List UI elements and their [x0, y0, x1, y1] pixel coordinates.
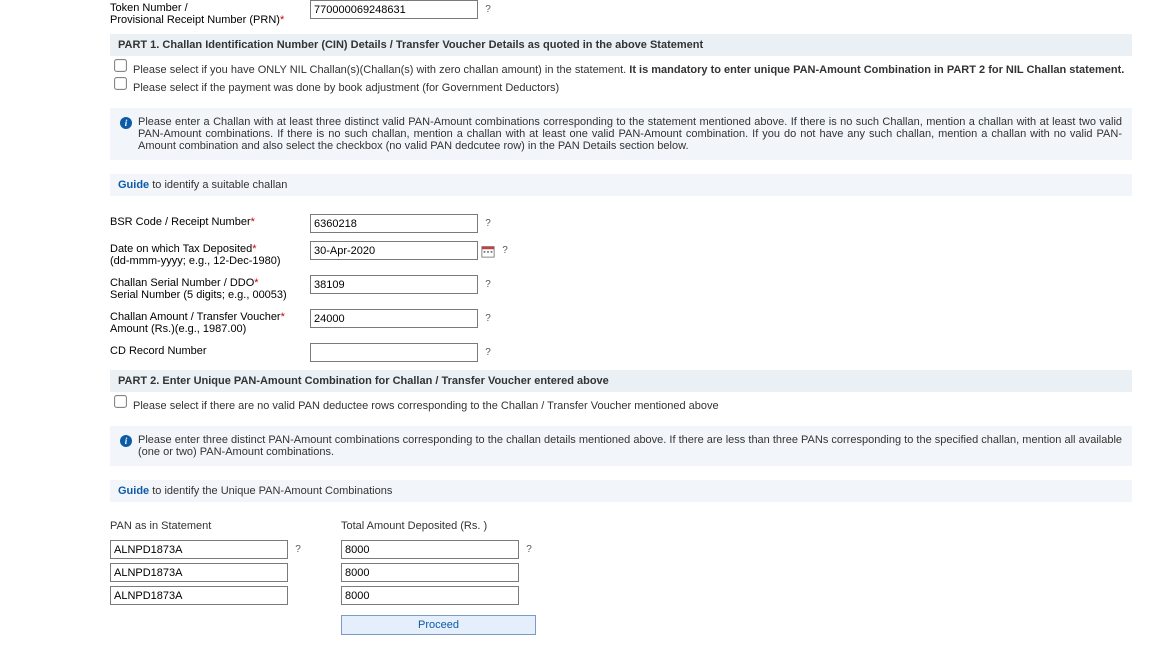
cd-record-row: CD Record Number [110, 343, 1132, 362]
amount-header: Total Amount Deposited (Rs. ) [341, 520, 536, 532]
pan-header: PAN as in Statement [110, 520, 305, 532]
bsr-row: BSR Code / Receipt Number* [110, 214, 1132, 233]
help-icon[interactable] [522, 543, 536, 557]
tax-date-row: Date on which Tax Deposited* (dd-mmm-yyy… [110, 241, 1132, 267]
part1-guide: Guide to identify a suitable challan [110, 174, 1132, 196]
guide-link[interactable]: Guide [118, 485, 149, 497]
challan-amount-row: Challan Amount / Transfer Voucher* Amoun… [110, 309, 1132, 335]
amount-input[interactable] [341, 540, 519, 559]
serial-label: Challan Serial Number / DDO* Serial Numb… [110, 275, 310, 301]
help-icon[interactable] [481, 346, 495, 360]
no-valid-pan-checkbox[interactable] [114, 395, 127, 408]
part1-header: PART 1. Challan Identification Number (C… [110, 34, 1132, 56]
part1-info-text: Please enter a Challan with at least thr… [138, 116, 1122, 152]
book-adj-label: Please select if the payment was done by… [133, 82, 559, 94]
help-icon[interactable] [481, 217, 495, 231]
pan-column: PAN as in Statement [110, 520, 305, 635]
amount-input[interactable] [341, 586, 519, 605]
guide-link[interactable]: Guide [118, 179, 149, 191]
tax-date-input[interactable] [310, 241, 478, 260]
nil-challan-row: Please select if you have ONLY NIL Chall… [110, 64, 1132, 76]
help-icon[interactable] [291, 543, 305, 557]
part2-info-box: i Please enter three distinct PAN-Amount… [110, 426, 1132, 466]
bsr-input[interactable] [310, 214, 478, 233]
proceed-button[interactable]: Proceed [341, 615, 536, 635]
part1-info-box: i Please enter a Challan with at least t… [110, 108, 1132, 160]
nil-challan-checkbox[interactable] [114, 59, 127, 72]
book-adj-checkbox[interactable] [114, 77, 127, 90]
part2-info-text: Please enter three distinct PAN-Amount c… [138, 434, 1122, 458]
serial-row: Challan Serial Number / DDO* Serial Numb… [110, 275, 1132, 301]
help-icon[interactable] [481, 312, 495, 326]
challan-amount-label: Challan Amount / Transfer Voucher* Amoun… [110, 309, 310, 335]
part2-guide: Guide to identify the Unique PAN-Amount … [110, 480, 1132, 502]
book-adj-row: Please select if the payment was done by… [110, 82, 1132, 94]
pan-input[interactable] [110, 540, 288, 559]
info-icon: i [120, 117, 132, 129]
no-valid-pan-label: Please select if there are no valid PAN … [133, 400, 719, 412]
pan-amount-table: PAN as in Statement Total Amount Deposit… [110, 520, 1132, 635]
help-icon[interactable] [481, 3, 495, 17]
pan-input[interactable] [110, 563, 288, 582]
cd-record-label: CD Record Number [110, 343, 310, 357]
calendar-icon[interactable] [481, 244, 495, 258]
help-icon[interactable] [498, 244, 512, 258]
nil-challan-label: Please select if you have ONLY NIL Chall… [133, 64, 1124, 76]
token-label: Token Number / Provisional Receipt Numbe… [110, 0, 310, 26]
pan-input[interactable] [110, 586, 288, 605]
bsr-label: BSR Code / Receipt Number* [110, 214, 310, 228]
challan-amount-input[interactable] [310, 309, 478, 328]
cd-record-input[interactable] [310, 343, 478, 362]
part2-header: PART 2. Enter Unique PAN-Amount Combinat… [110, 370, 1132, 392]
token-input[interactable] [310, 0, 478, 19]
tax-date-label: Date on which Tax Deposited* (dd-mmm-yyy… [110, 241, 310, 267]
info-icon: i [120, 435, 132, 447]
help-icon[interactable] [481, 278, 495, 292]
token-row: Token Number / Provisional Receipt Numbe… [110, 0, 1132, 26]
amount-input[interactable] [341, 563, 519, 582]
no-valid-pan-row: Please select if there are no valid PAN … [110, 400, 1132, 412]
serial-input[interactable] [310, 275, 478, 294]
amount-column: Total Amount Deposited (Rs. ) Proceed [341, 520, 536, 635]
